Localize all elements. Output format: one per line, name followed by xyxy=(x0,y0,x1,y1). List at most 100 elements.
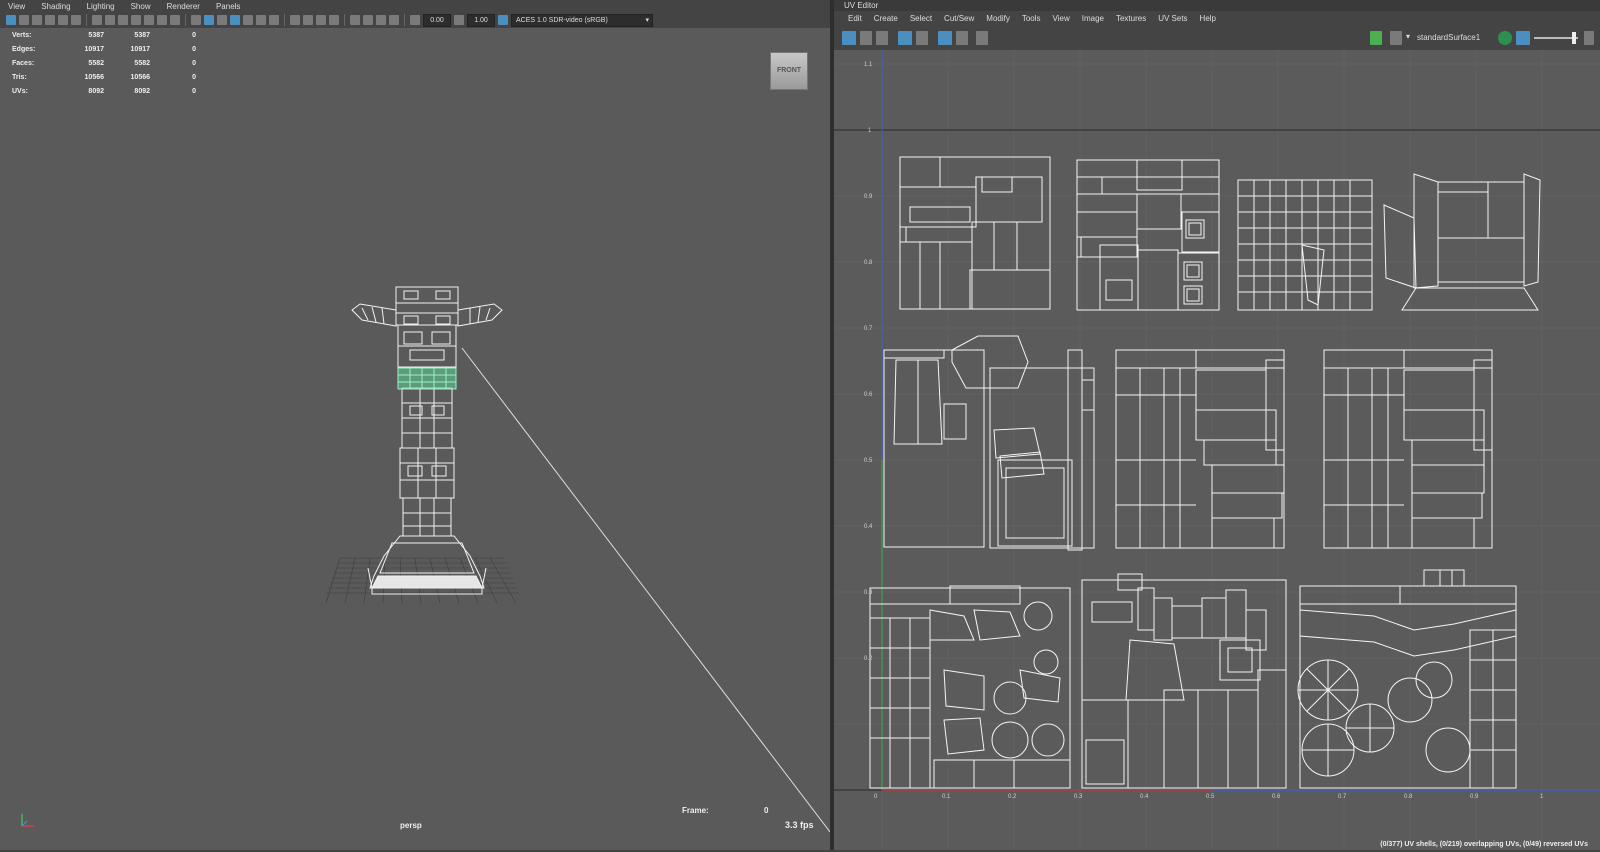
safe-title-icon[interactable] xyxy=(170,15,180,25)
uv-menu-modify[interactable]: Modify xyxy=(980,14,1016,23)
menu-show[interactable]: Show xyxy=(123,2,159,11)
uv-border-icon[interactable] xyxy=(898,31,912,45)
chevron-down-icon[interactable]: ▾ xyxy=(1406,32,1410,41)
menu-view[interactable]: View xyxy=(0,2,33,11)
u-tick: 0.7 xyxy=(1338,794,1347,800)
exposure-field[interactable]: 0.00 xyxy=(423,13,451,27)
v-tick: 1 xyxy=(868,128,872,134)
v-tick: 0.7 xyxy=(864,326,873,332)
menu-renderer[interactable]: Renderer xyxy=(159,2,208,11)
uv-toolbar: ▾ xyxy=(834,28,1600,48)
uv-menu-uv-sets[interactable]: UV Sets xyxy=(1152,14,1193,23)
pixel-snap-icon[interactable] xyxy=(938,31,952,45)
wireframe-on-shaded-icon[interactable] xyxy=(230,15,240,25)
u-tick: 0 xyxy=(874,794,878,800)
uv-menu-edit[interactable]: Edit xyxy=(842,14,868,23)
shader-name[interactable]: standardSurface1 xyxy=(1417,33,1480,42)
depth-of-field-icon[interactable] xyxy=(329,15,339,25)
uv-shells xyxy=(869,156,1541,789)
menu-lighting[interactable]: Lighting xyxy=(79,2,123,11)
uv-menu-create[interactable]: Create xyxy=(868,14,904,23)
default-material-icon[interactable] xyxy=(217,15,227,25)
xray-icon[interactable] xyxy=(363,15,373,25)
lights-icon[interactable] xyxy=(256,15,266,25)
xray-components-icon[interactable] xyxy=(389,15,399,25)
frame-value: 0 xyxy=(764,806,769,815)
textured-icon[interactable] xyxy=(243,15,253,25)
uv-menu-select[interactable]: Select xyxy=(904,14,938,23)
totem-mesh-wireframe xyxy=(351,286,503,595)
view-transform-dropdown[interactable]: ACES 1.0 SDR-video (sRGB) ▾ xyxy=(511,13,653,27)
v-tick: 0.6 xyxy=(864,392,873,398)
shadows-icon[interactable] xyxy=(269,15,279,25)
gamma-icon[interactable] xyxy=(454,15,464,25)
uv-menu-textures[interactable]: Textures xyxy=(1110,14,1152,23)
uv-menu-image[interactable]: Image xyxy=(1076,14,1110,23)
alpha-channel-icon[interactable] xyxy=(1516,31,1530,45)
gate-mask-icon[interactable] xyxy=(131,15,141,25)
exposure-slider-handle[interactable] xyxy=(1572,32,1576,44)
color-management-icon[interactable] xyxy=(498,15,508,25)
snapshot-icon[interactable] xyxy=(976,31,988,45)
u-tick: 0.4 xyxy=(1140,794,1149,800)
resolution-gate-icon[interactable] xyxy=(118,15,128,25)
grid-icon[interactable] xyxy=(92,15,102,25)
image-plane-icon[interactable] xyxy=(45,15,55,25)
stat-row-verts: Verts: 5387 5387 0 xyxy=(12,31,196,39)
viewport-toolbar: 0.00 1.00 ACES 1.0 SDR-video (sRGB) ▾ xyxy=(0,12,830,28)
film-gate-icon[interactable] xyxy=(105,15,115,25)
menu-shading[interactable]: Shading xyxy=(33,2,78,11)
field-chart-icon[interactable] xyxy=(144,15,154,25)
stat-row-tris: Tris: 10566 10566 0 xyxy=(12,73,196,81)
3d-viewport[interactable] xyxy=(0,28,831,850)
poly-count-hud: Verts: 5387 5387 0 Edges: 10917 10917 0 Faces:… xyxy=(12,28,196,98)
view-transform-value: ACES 1.0 SDR-video (sRGB) xyxy=(516,16,608,24)
safe-action-icon[interactable] xyxy=(157,15,167,25)
uv-menu-tools[interactable]: Tools xyxy=(1016,14,1047,23)
perspective-viewport-panel: View Shading Lighting Show Renderer Pane… xyxy=(0,0,831,850)
uv-grid-icon[interactable] xyxy=(842,31,856,45)
uv-editor-title: UV Editor xyxy=(834,0,1600,11)
u-tick: 0.6 xyxy=(1272,794,1281,800)
v-tick: 0.5 xyxy=(864,458,873,464)
u-tick: 0.9 xyxy=(1470,794,1479,800)
uv-menu-help[interactable]: Help xyxy=(1194,14,1222,23)
u-tick: 1 xyxy=(1540,794,1544,800)
xray-joints-icon[interactable] xyxy=(376,15,386,25)
isolate-select-icon[interactable] xyxy=(350,15,360,25)
filter-icon[interactable] xyxy=(956,31,968,45)
u-tick: 0.1 xyxy=(942,794,951,800)
shaded-uv-icon[interactable] xyxy=(860,31,872,45)
scene-render xyxy=(325,286,831,833)
view-cube[interactable]: FRONT xyxy=(770,52,808,90)
exposure-icon[interactable] xyxy=(410,15,420,25)
stat-row-faces: Faces: 5582 5582 0 xyxy=(12,59,196,67)
checker-icon[interactable] xyxy=(1390,31,1402,45)
uv-canvas[interactable]: 1.1 1 0.9 0.8 0.7 0.6 0.5 0.4 0.3 0.2 0 … xyxy=(834,50,1600,850)
anti-aliasing-icon[interactable] xyxy=(316,15,326,25)
motion-blur-icon[interactable] xyxy=(303,15,313,25)
uv-menu-view[interactable]: View xyxy=(1047,14,1076,23)
2d-pan-zoom-icon[interactable] xyxy=(58,15,68,25)
distortion-icon[interactable] xyxy=(876,31,888,45)
viewport-menubar: View Shading Lighting Show Renderer Pane… xyxy=(0,0,830,12)
v-tick: 0.9 xyxy=(864,194,873,200)
image-display-icon[interactable] xyxy=(1370,31,1382,45)
u-tick: 0.2 xyxy=(1008,794,1017,800)
screen-space-ao-icon[interactable] xyxy=(290,15,300,25)
wireframe-icon[interactable] xyxy=(191,15,201,25)
smooth-shade-icon[interactable] xyxy=(204,15,214,25)
gamma-field[interactable]: 1.00 xyxy=(467,13,495,27)
lock-icon[interactable] xyxy=(1584,31,1594,45)
camera-name: persp xyxy=(400,821,422,830)
select-camera-icon[interactable] xyxy=(6,15,16,25)
bookmark-icon[interactable] xyxy=(32,15,42,25)
grease-pencil-icon[interactable] xyxy=(71,15,81,25)
texture-borders-icon[interactable] xyxy=(916,31,928,45)
menu-panels[interactable]: Panels xyxy=(208,2,248,11)
camera-attributes-icon[interactable] xyxy=(19,15,29,25)
chevron-down-icon: ▾ xyxy=(645,16,649,24)
rgb-channel-icon[interactable] xyxy=(1498,31,1512,45)
v-tick: 0.4 xyxy=(864,524,873,530)
uv-menu-cut-sew[interactable]: Cut/Sew xyxy=(938,14,980,23)
